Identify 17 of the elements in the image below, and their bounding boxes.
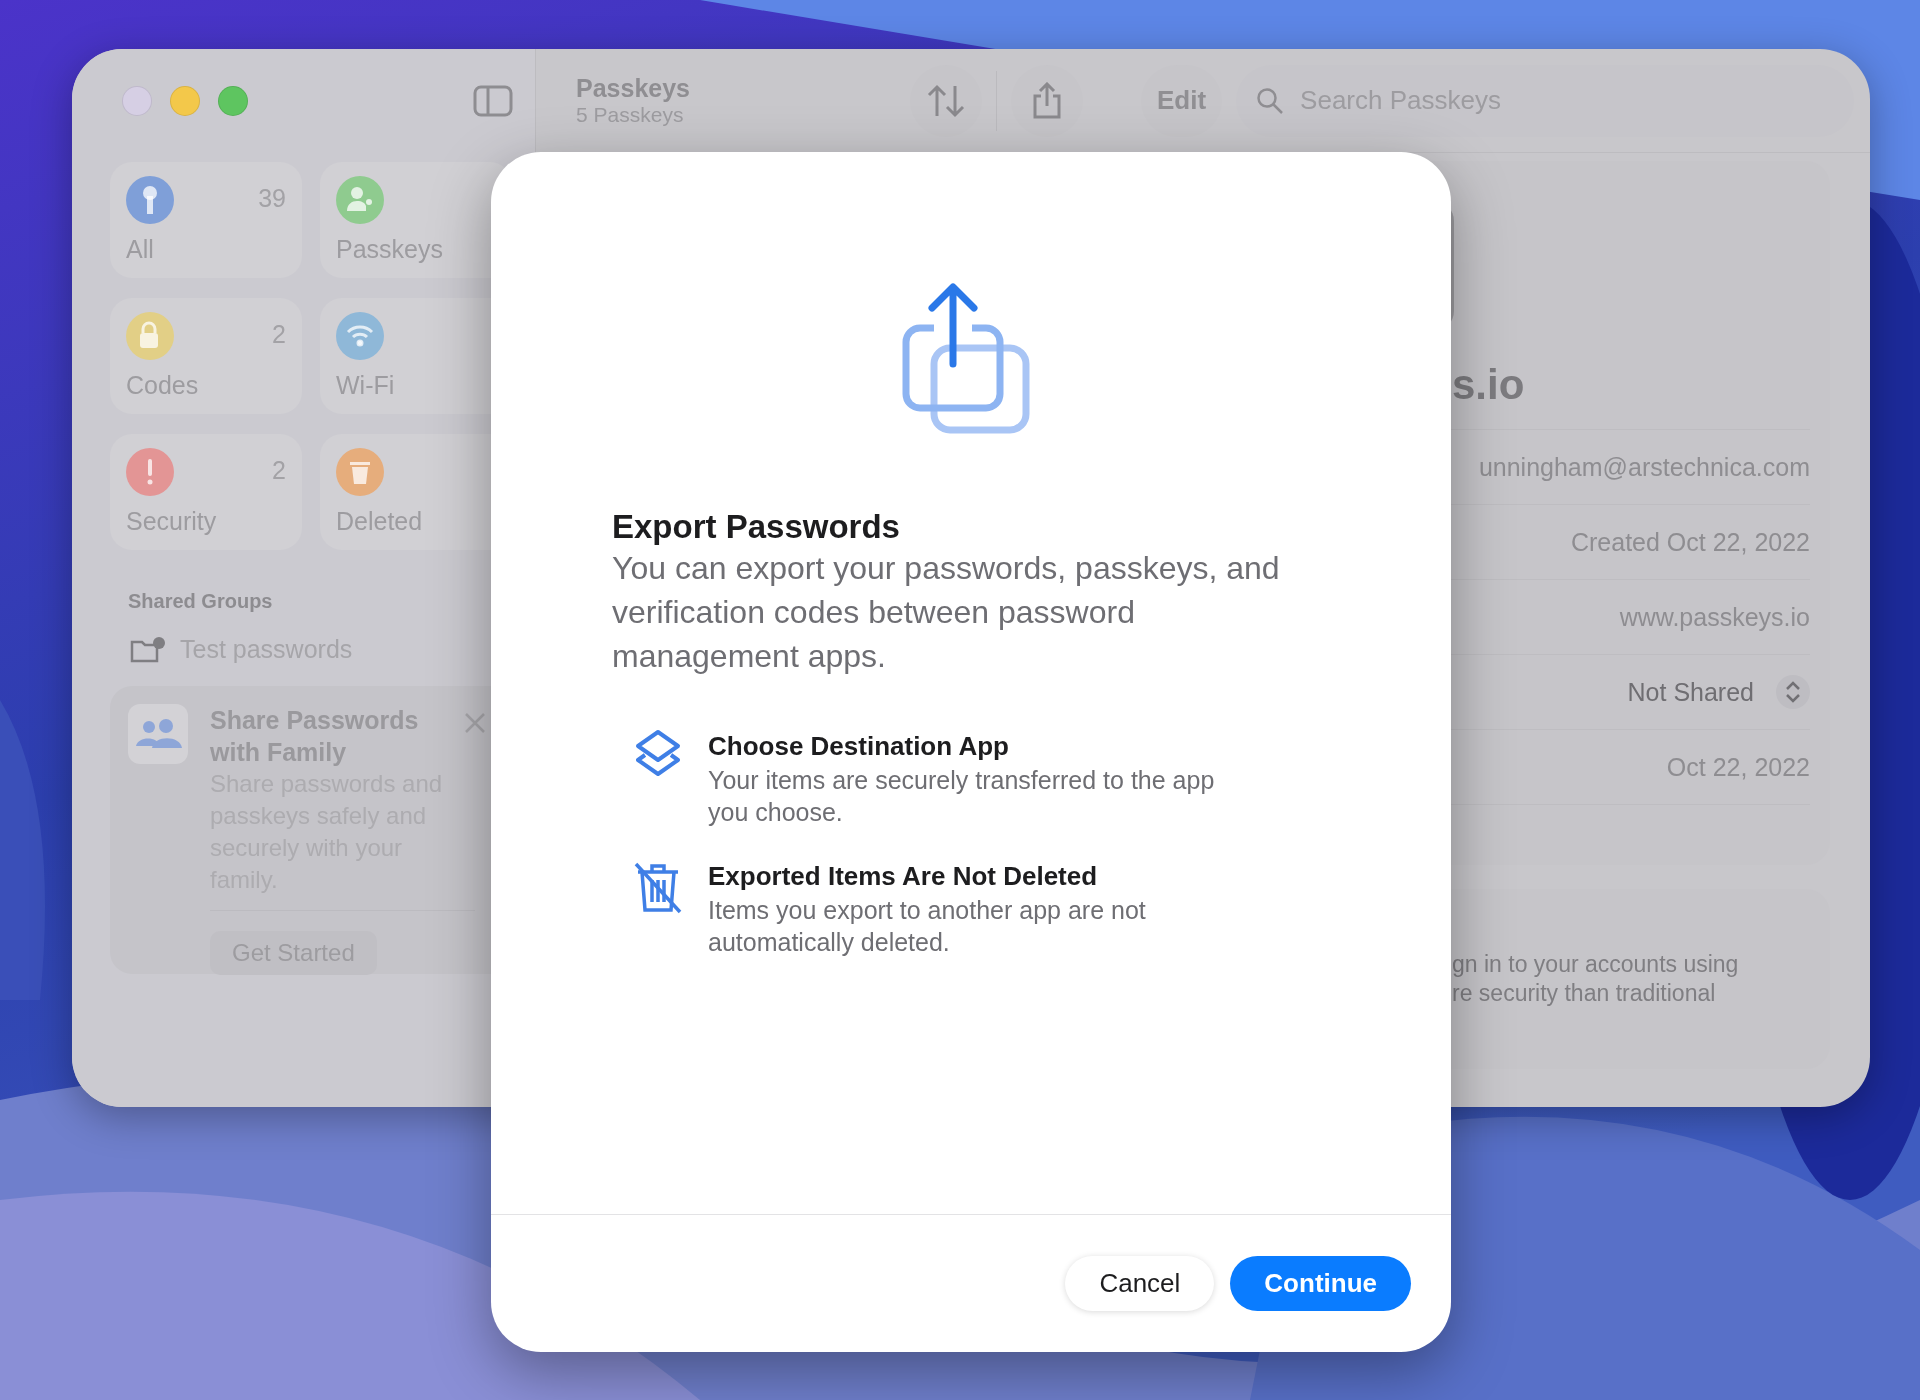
field-value: www.passkeys.io bbox=[1619, 602, 1810, 632]
dialog-message: You can export your passwords, passkeys, and verification codes between password management apps. bbox=[612, 549, 1281, 676]
dialog-title: Export Passwords bbox=[612, 508, 901, 546]
section-heading: Shared Groups bbox=[128, 590, 274, 613]
item-text: Your items are securely transferred to the app you choose. bbox=[708, 765, 1216, 828]
cancel-button[interactable]: Cancel bbox=[1065, 1256, 1215, 1311]
info-text: re security than traditional bbox=[1452, 980, 1717, 1007]
sharing-popup[interactable]: Not Shared bbox=[1627, 677, 1754, 707]
item-text: Items you export to another app are not automatically deleted. bbox=[708, 895, 1147, 958]
window-title: Passkeys bbox=[576, 74, 691, 103]
item-title: Exported Items Are Not Deleted bbox=[708, 860, 1099, 893]
field-value: Created Oct 22, 2022 bbox=[1570, 527, 1810, 557]
item-title: Choose Destination App bbox=[708, 730, 1010, 763]
info-text: gn in to your accounts using bbox=[1452, 951, 1740, 978]
field-value: Oct 22, 2022 bbox=[1666, 752, 1810, 782]
continue-button[interactable]: Continue bbox=[1230, 1256, 1411, 1311]
field-value: unningham@arstechnica.com bbox=[1478, 452, 1810, 482]
